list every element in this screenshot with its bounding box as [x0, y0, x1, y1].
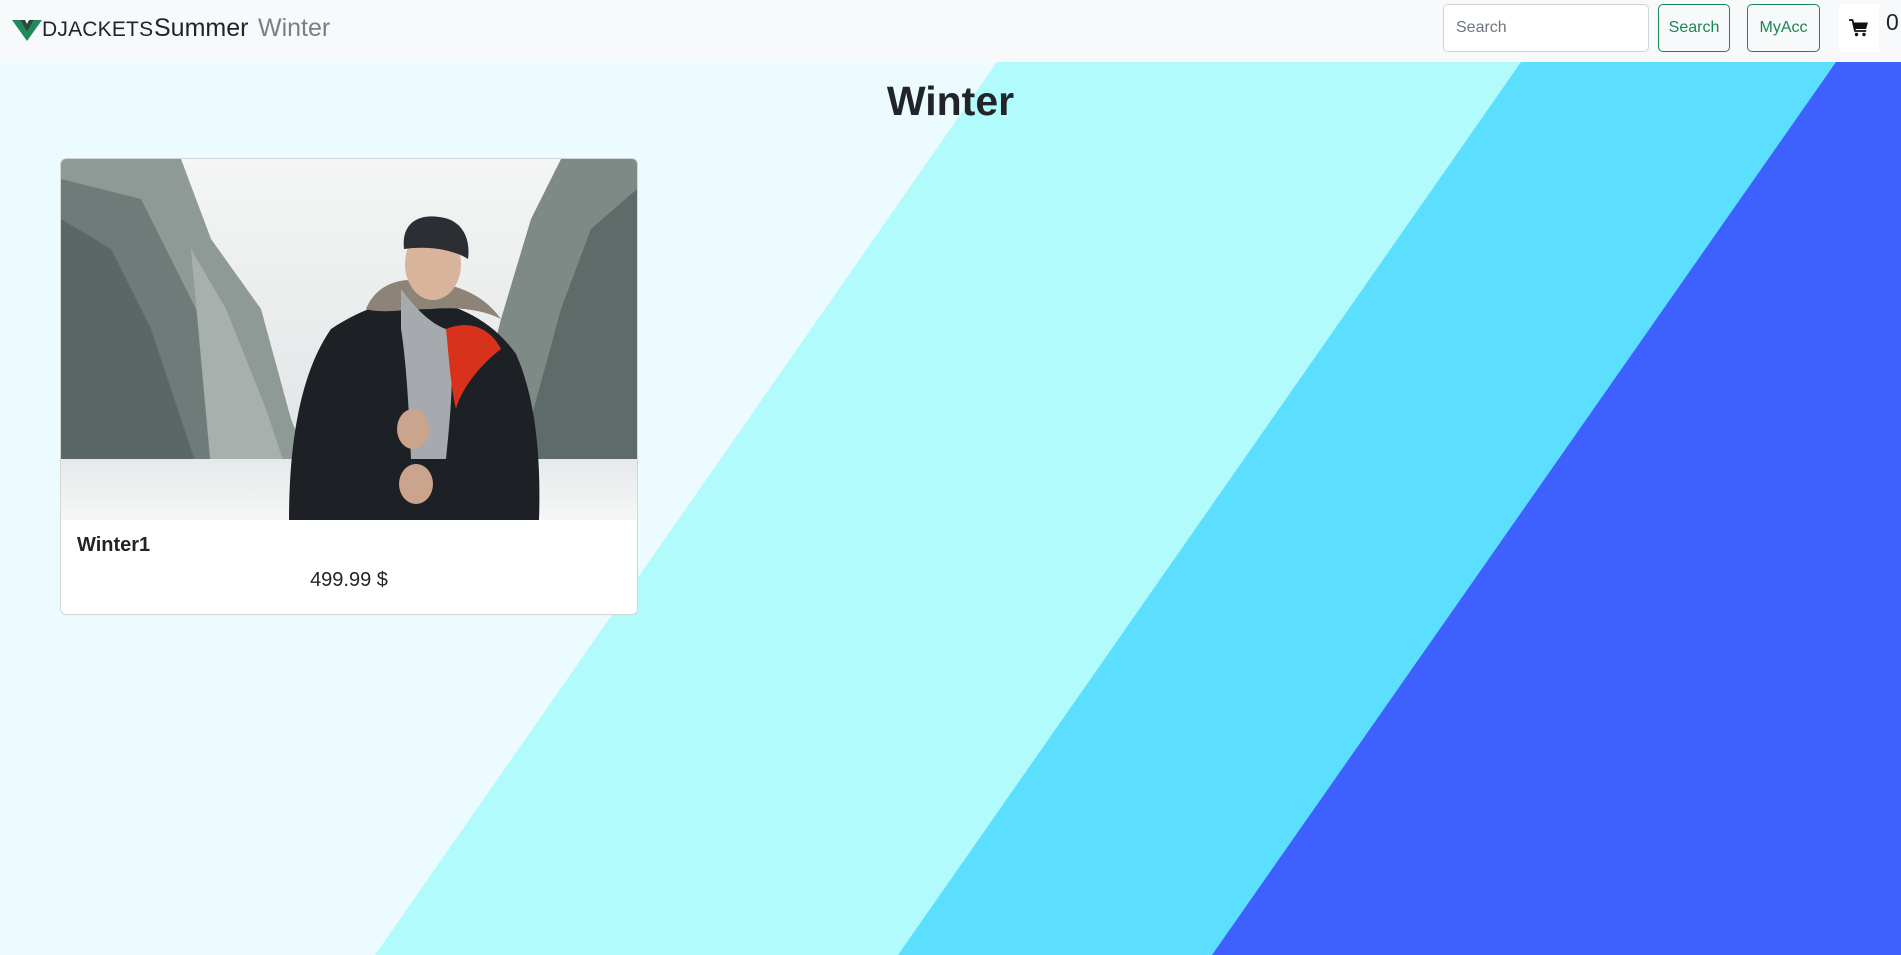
product-price: 499.99 $	[310, 569, 388, 591]
top-navbar: DJACKETS Summer Winter Search MyAcc 0	[0, 0, 1901, 62]
nav-link-winter[interactable]: Winter	[258, 14, 330, 43]
search-button[interactable]: Search	[1658, 4, 1730, 52]
brand-name: DJACKETS	[42, 18, 154, 41]
cart-icon	[1849, 19, 1868, 37]
v-logo-icon	[12, 20, 42, 41]
brand-home-link[interactable]: DJACKETS	[12, 15, 153, 45]
cart-button[interactable]	[1839, 4, 1879, 52]
product-image[interactable]	[61, 159, 637, 520]
product-name: Winter1	[77, 534, 151, 556]
page-title: Winter	[886, 78, 1015, 124]
cart-count-badge: 0	[1886, 9, 1899, 35]
product-card[interactable]: Winter1 499.99 $	[60, 158, 638, 615]
search-input[interactable]	[1443, 4, 1649, 52]
nav-link-summer[interactable]: Summer	[154, 14, 248, 43]
my-account-button[interactable]: MyAcc	[1747, 4, 1820, 52]
winter-jacket-photo	[61, 159, 637, 520]
